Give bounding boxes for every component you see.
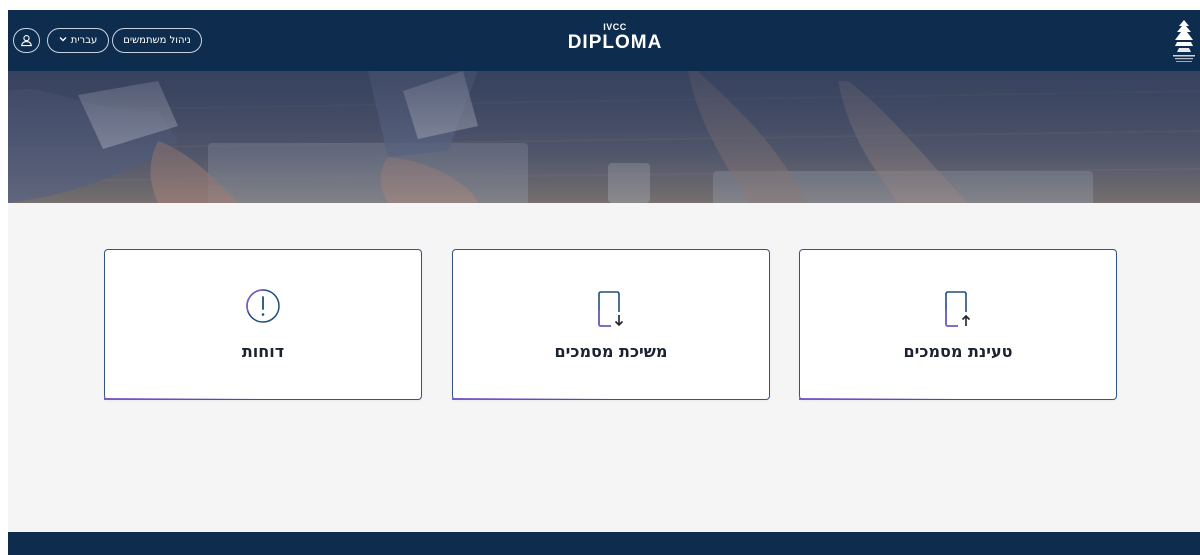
retrieve-documents-card[interactable]: משיכת מסמכים [452,249,770,400]
upload-documents-card-label: טעינת מסמכים [903,342,1013,361]
document-download-icon [598,291,624,327]
hero-banner [8,71,1200,203]
exclamation-circle-icon [246,289,280,323]
language-selector[interactable]: עברית [47,28,109,53]
user-profile-button[interactable] [13,28,40,53]
hero-image [8,71,1200,203]
top-header: עברית ניהול משתמשים IVCC DIPLOMA [8,10,1200,71]
language-label: עברית [70,35,98,46]
logo-top-text: IVCC [603,22,627,32]
reports-card-label: דוחות [241,342,285,361]
diploma-logo: IVCC DIPLOMA [560,22,670,62]
app-frame: עברית ניהול משתמשים IVCC DIPLOMA דוחות מ… [8,10,1200,555]
logo-main-text: DIPLOMA [567,32,663,53]
emblem-logo [1173,20,1195,62]
page-footer [8,532,1200,555]
manage-users-label: ניהול משתמשים [123,35,191,46]
reports-card[interactable]: דוחות [104,249,422,400]
user-icon [21,35,32,47]
document-upload-icon [945,291,971,327]
retrieve-documents-card-label: משיכת מסמכים [554,342,668,361]
upload-documents-card[interactable]: טעינת מסמכים [799,249,1117,400]
manage-users-button[interactable]: ניהול משתמשים [112,28,202,53]
chevron-down-icon [59,36,67,45]
